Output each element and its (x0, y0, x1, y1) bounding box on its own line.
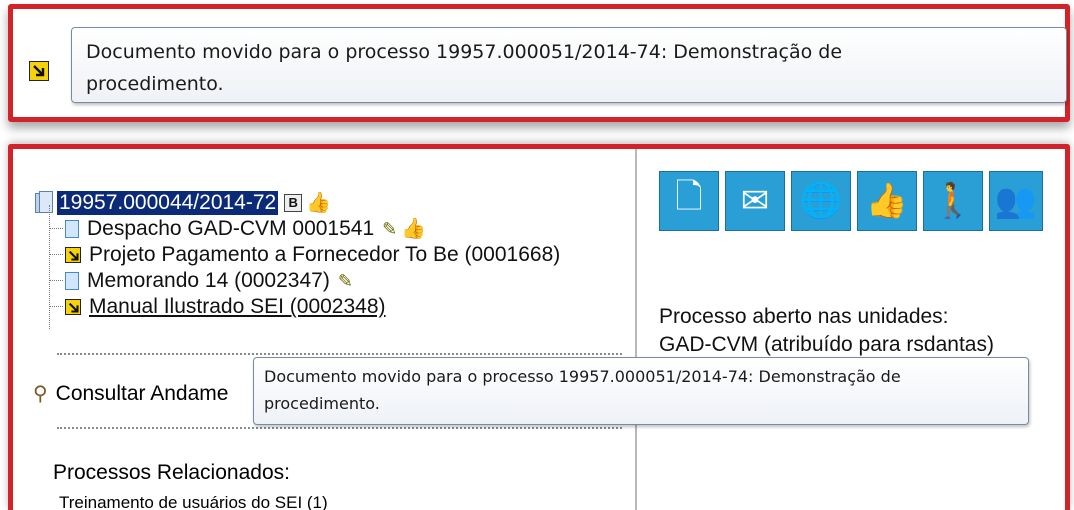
callout-line-2: procedimento. (86, 73, 224, 95)
pencil-icon[interactable]: ✎ (338, 271, 353, 292)
moved-document-tooltip: Documento movido para o processo 19957.0… (253, 357, 1029, 425)
document-icon (65, 220, 79, 238)
tree-item-memorando[interactable]: Memorando 14 (0002347) ✎ (65, 269, 353, 293)
document-moved-icon (65, 247, 81, 263)
pane-divider[interactable] (635, 149, 637, 510)
update-process-icon[interactable]: 🌐 (791, 171, 851, 231)
related-process-item[interactable]: Treinamento de usuários do SEI (1) (59, 493, 328, 510)
callout-panel: Documento movido para o processo 19957.0… (8, 4, 1070, 122)
document-label[interactable]: Memorando 14 (0002347) (87, 269, 330, 293)
thumbs-up-icon[interactable]: 👍 (401, 219, 426, 239)
users-icon[interactable]: 👥 (989, 171, 1043, 231)
document-icon (65, 272, 79, 290)
consult-label[interactable]: Consultar Andame (56, 382, 229, 406)
tooltip-line-2: procedimento. (264, 394, 380, 413)
tree-item-despacho[interactable]: Despacho GAD-CVM 0001541 ✎ 👍 (65, 217, 426, 241)
open-unit-value: GAD-CVM (atribuído para rsdantas) (659, 333, 994, 356)
thumbs-up-icon[interactable]: 👍 (306, 193, 331, 213)
tree-connector (49, 306, 63, 307)
new-document-icon[interactable]: 🗋 (659, 171, 719, 231)
main-panel: 19957.000044/2014-72 B 👍 Despacho GAD-CV… (8, 144, 1070, 510)
tree-item-projeto[interactable]: Projeto Pagamento a Fornecedor To Be (00… (65, 243, 560, 267)
open-units-title: Processo aberto nas unidades: (659, 305, 949, 328)
search-icon: ⚲ (33, 383, 48, 405)
process-toolbar: 🗋 ✉ 🌐 👍 🚶 👥 (659, 171, 1043, 231)
related-processes-title: Processos Relacionados: (53, 461, 290, 484)
process-folder-icon (35, 191, 53, 213)
pencil-icon[interactable]: ✎ (382, 219, 397, 240)
process-number[interactable]: 19957.000044/2014-72 (57, 191, 279, 215)
process-tree: 19957.000044/2014-72 B 👍 Despacho GAD-CV… (13, 149, 627, 510)
tree-connector (49, 254, 63, 255)
divider (57, 427, 622, 429)
document-moved-icon (65, 299, 81, 315)
tree-connector (49, 280, 63, 281)
document-moved-icon (29, 61, 49, 81)
send-process-icon[interactable]: ✉ (725, 171, 785, 231)
consult-andamento-link[interactable]: ⚲ Consultar Andame (33, 381, 228, 406)
tree-connector (49, 205, 50, 329)
tooltip-line-1: Documento movido para o processo 19957.0… (264, 367, 901, 386)
process-node[interactable]: 19957.000044/2014-72 B 👍 (35, 191, 331, 215)
block-badge[interactable]: B (284, 194, 303, 212)
document-label[interactable]: Projeto Pagamento a Fornecedor To Be (00… (89, 243, 560, 267)
thumbs-up-icon[interactable]: 👍 (857, 171, 917, 231)
divider (57, 353, 622, 355)
document-label[interactable]: Despacho GAD-CVM 0001541 (87, 217, 374, 241)
assign-process-icon[interactable]: 🚶 (923, 171, 983, 231)
tree-item-manual[interactable]: Manual Ilustrado SEI (0002348) (65, 295, 386, 319)
callout-tooltip: Documento movido para o processo 19957.0… (71, 27, 1067, 103)
callout-line-1: Documento movido para o processo 19957.0… (86, 41, 843, 63)
document-label[interactable]: Manual Ilustrado SEI (0002348) (89, 295, 386, 319)
tree-connector (49, 228, 63, 229)
